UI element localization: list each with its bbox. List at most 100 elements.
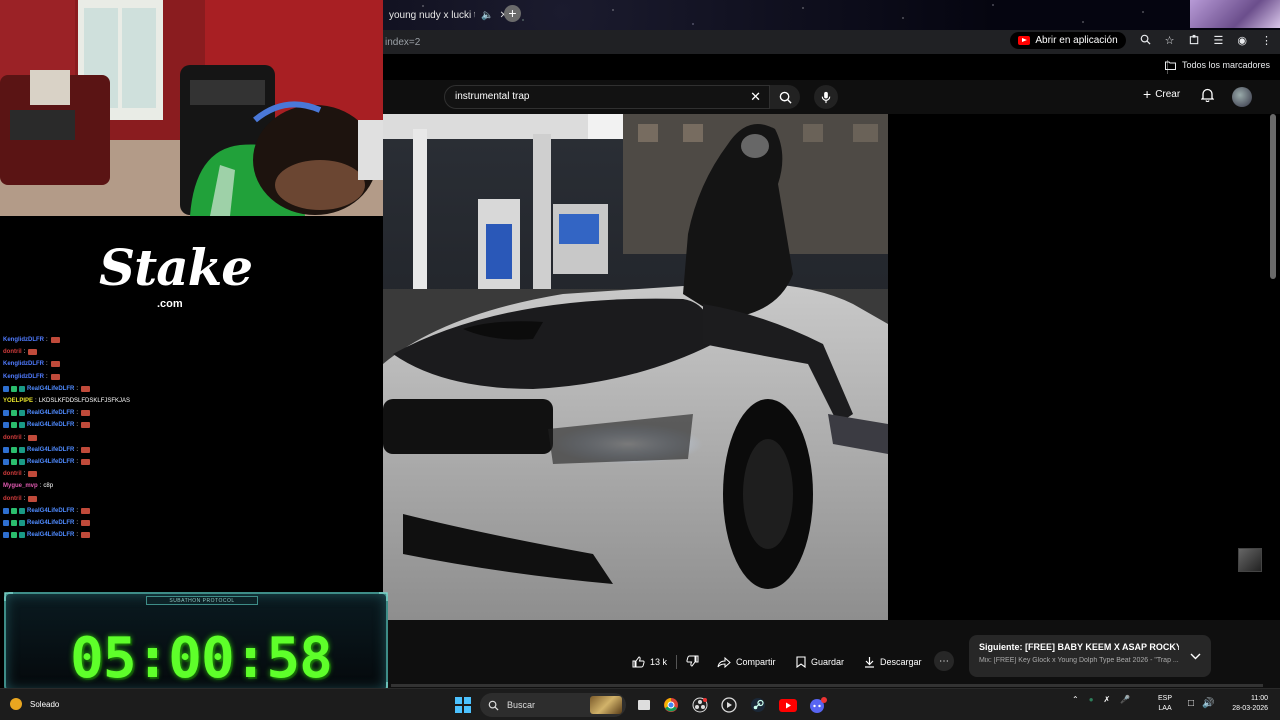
chat-message: KenglidzDLFR:	[0, 358, 383, 370]
notifications-bell-icon[interactable]	[1200, 88, 1215, 107]
chat-username[interactable]: KenglidzDLFR	[3, 361, 44, 367]
youtube-app-icon[interactable]	[778, 695, 798, 715]
url-text[interactable]: index=2	[383, 37, 420, 48]
dislike-button[interactable]	[686, 655, 699, 669]
taskbar-search-label: Buscar	[507, 700, 536, 710]
chat-username[interactable]: KenglidzDLFR	[3, 337, 44, 343]
media-player-icon[interactable]	[719, 695, 739, 715]
chat-message: RealG4LifeDLFR:	[0, 517, 383, 529]
like-button[interactable]: 13 k	[632, 656, 667, 668]
chat-username[interactable]: RealG4LifeDLFR	[27, 447, 74, 453]
chat-message: RealG4LifeDLFR:	[0, 529, 383, 541]
video-frame[interactable]	[383, 114, 888, 620]
chat-badge-icon	[11, 385, 17, 392]
system-clock[interactable]: 11:00 28-03-2026	[1224, 694, 1268, 714]
chevron-down-icon[interactable]	[1190, 647, 1201, 665]
chat-username[interactable]: YOELPIPE	[3, 398, 33, 404]
chrome-icon[interactable]	[661, 695, 681, 715]
steam-icon[interactable]	[748, 695, 768, 715]
open-in-app-button[interactable]: Abrir en aplicación	[1010, 32, 1126, 49]
speaker-icon[interactable]: 🔈	[481, 10, 493, 21]
chat-emote-icon	[28, 471, 38, 478]
chat-badge-icon	[3, 385, 9, 392]
tray-app-icon[interactable]: ●	[1089, 695, 1094, 704]
voice-search-button[interactable]	[814, 85, 838, 109]
chat-message: Mygue_mvp: c8p	[3, 483, 54, 490]
clear-search-icon[interactable]: ✕	[750, 89, 761, 105]
chat-username[interactable]: dontril	[3, 435, 22, 441]
quick-settings[interactable]: □ 🔊	[1188, 698, 1215, 709]
chat-username[interactable]: RealG4LifeDLFR	[27, 532, 74, 538]
new-tab-button[interactable]: +	[504, 5, 521, 22]
address-bar[interactable]: index=2 Abrir en aplicación ☆ ☰ ◉ ⋮	[383, 30, 1280, 54]
video-player-area[interactable]	[383, 114, 1280, 620]
chat-username[interactable]: RealG4LifeDLFR	[27, 520, 74, 526]
download-icon	[865, 657, 874, 668]
save-button[interactable]: Guardar	[796, 651, 844, 673]
system-tray: ⌃ ● ✗ 🎤	[1072, 695, 1130, 704]
chat-badge-icon	[11, 446, 17, 453]
sponsor-panel: Stake .com	[0, 216, 383, 334]
chat-message: RealG4LifeDLFR:	[0, 444, 383, 456]
chat-emote-icon	[81, 532, 91, 539]
chat-username[interactable]: RealG4LifeDLFR	[27, 508, 74, 514]
volume-icon: 🔊	[1202, 698, 1215, 709]
folder-icon	[1164, 61, 1176, 70]
network-mute-icon[interactable]: ✗	[1104, 695, 1111, 704]
timer-frame: SUBATHON PROTOCOL 05:00:58	[4, 592, 388, 692]
video-thumbnail-image	[383, 114, 888, 620]
account-avatar[interactable]	[1232, 87, 1252, 107]
taskbar-search[interactable]: Buscar	[480, 693, 626, 717]
chat-emote-icon	[81, 446, 91, 453]
search-input[interactable]: instrumental trap ✕	[444, 85, 770, 109]
active-tab[interactable]: young nudy x lucki ty... 🔈 ✕	[383, 4, 514, 26]
download-button[interactable]: Descargar	[864, 651, 922, 673]
zoom-icon[interactable]	[1140, 34, 1151, 48]
microphone-icon[interactable]: 🎤	[1120, 695, 1130, 704]
scrollbar-thumb[interactable]	[1270, 114, 1276, 279]
up-next-card[interactable]: Siguiente: [FREE] BABY KEEM X ASAP ROCKY…	[969, 635, 1211, 677]
webcam-image	[0, 0, 383, 216]
obs-icon[interactable]	[690, 695, 710, 715]
search-query[interactable]: instrumental trap	[455, 91, 529, 102]
share-icon	[717, 656, 731, 668]
up-next-subtitle: Mix: [FREE] Key Glock x Young Dolph Type…	[979, 657, 1179, 664]
discord-icon[interactable]	[808, 695, 828, 715]
create-button[interactable]: + Crear	[1143, 87, 1180, 101]
menu-dots-icon[interactable]: ⋮	[1261, 34, 1272, 47]
extensions-icon[interactable]	[1189, 34, 1200, 48]
all-bookmarks-button[interactable]: Todos los marcadores	[1164, 60, 1270, 70]
chat-username[interactable]: RealG4LifeDLFR	[27, 386, 74, 392]
weather-widget[interactable]: Soleado	[10, 698, 59, 710]
chat-emote-icon	[81, 458, 91, 465]
chat-username[interactable]: dontril	[3, 471, 22, 477]
chat-username[interactable]: KenglidzDLFR	[3, 374, 44, 380]
video-actions-bar: 13 k Compartir Guardar Descargar ⋯ Sigui…	[383, 620, 1280, 688]
chat-message: KenglidzDLFR:	[0, 371, 383, 383]
chat-username[interactable]: Mygue_mvp	[3, 483, 38, 489]
chat-username[interactable]: RealG4LifeDLFR	[27, 459, 74, 465]
start-button[interactable]	[455, 697, 471, 713]
chat-username[interactable]: dontril	[3, 349, 22, 355]
share-button[interactable]: Compartir	[717, 651, 776, 673]
task-view-icon[interactable]	[634, 695, 654, 715]
search-icon	[488, 700, 499, 711]
more-actions-button[interactable]: ⋯	[934, 651, 954, 671]
chat-message: YOELPIPE: LKDSLKFDDSLFDSKLFJSFKJAS	[3, 398, 131, 405]
bookmark-star-icon[interactable]: ☆	[1165, 34, 1175, 47]
search-button[interactable]	[770, 85, 800, 109]
miniplayer-thumbnail[interactable]	[1238, 548, 1262, 572]
chat-username[interactable]: dontril	[3, 496, 22, 502]
thumbs-down-icon	[686, 655, 699, 667]
chat-badge-icon	[19, 519, 25, 526]
profile-avatar-icon[interactable]: ◉	[1237, 34, 1247, 47]
chevron-up-icon[interactable]: ⌃	[1072, 695, 1079, 704]
chat-username[interactable]: RealG4LifeDLFR	[27, 422, 74, 428]
chat-username[interactable]: RealG4LifeDLFR	[27, 410, 74, 416]
more-dots-icon: ⋯	[939, 655, 949, 667]
page-scrollbar[interactable]	[1270, 114, 1276, 620]
chat-message: dontril:	[0, 432, 383, 444]
chat-badge-icon	[11, 519, 17, 526]
language-indicator[interactable]: ESP LAA	[1158, 694, 1172, 714]
reading-list-icon[interactable]: ☰	[1214, 34, 1224, 47]
